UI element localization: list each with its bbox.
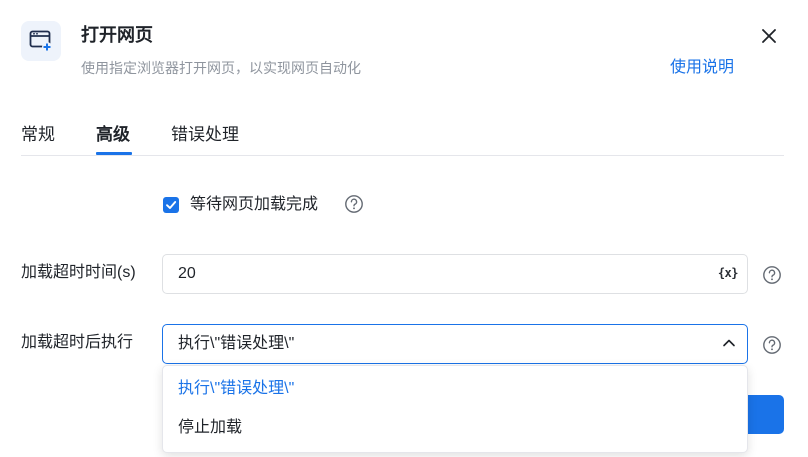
- on-timeout-dropdown: 执行\"错误处理\" 停止加载: [162, 365, 748, 453]
- on-timeout-label: 加载超时后执行: [21, 334, 134, 351]
- chevron-up-icon: [723, 339, 735, 347]
- dialog-subtitle: 使用指定浏览器打开网页，以实现网页自动化: [81, 60, 361, 76]
- variable-icon[interactable]: {x}: [718, 264, 739, 282]
- wait-load-checkbox[interactable]: [163, 197, 179, 213]
- question-icon[interactable]: [762, 265, 782, 285]
- tab-general[interactable]: 常规: [21, 123, 55, 147]
- confirm-button[interactable]: [746, 395, 784, 434]
- tab-bar: 常规 高级 错误处理: [21, 115, 784, 156]
- dropdown-option-stop-loading[interactable]: 停止加载: [178, 417, 242, 439]
- dialog-title: 打开网页: [81, 25, 153, 45]
- browser-add-icon: [21, 21, 61, 61]
- question-icon[interactable]: [762, 335, 782, 355]
- timeout-value: 20: [178, 265, 196, 282]
- tab-error-handling[interactable]: 错误处理: [171, 123, 239, 147]
- checkmark-icon: [166, 201, 177, 209]
- question-icon[interactable]: [344, 194, 364, 214]
- help-link[interactable]: 使用说明: [670, 57, 734, 79]
- timeout-label: 加载超时时间(s): [21, 264, 136, 281]
- wait-load-label: 等待网页加载完成: [190, 196, 319, 213]
- dropdown-option-error-handling[interactable]: 执行\"错误处理\": [178, 378, 294, 400]
- open-webpage-dialog: 打开网页 使用指定浏览器打开网页，以实现网页自动化 使用说明 常规 高级 错误处…: [0, 0, 808, 457]
- tab-advanced[interactable]: 高级: [96, 123, 130, 147]
- on-timeout-selected: 执行\"错误处理\": [178, 335, 295, 352]
- active-tab-indicator: [96, 152, 132, 155]
- timeout-input[interactable]: 20 {x}: [162, 254, 748, 294]
- on-timeout-select[interactable]: 执行\"错误处理\": [162, 324, 748, 364]
- close-icon: [762, 29, 776, 43]
- close-button[interactable]: [757, 24, 781, 48]
